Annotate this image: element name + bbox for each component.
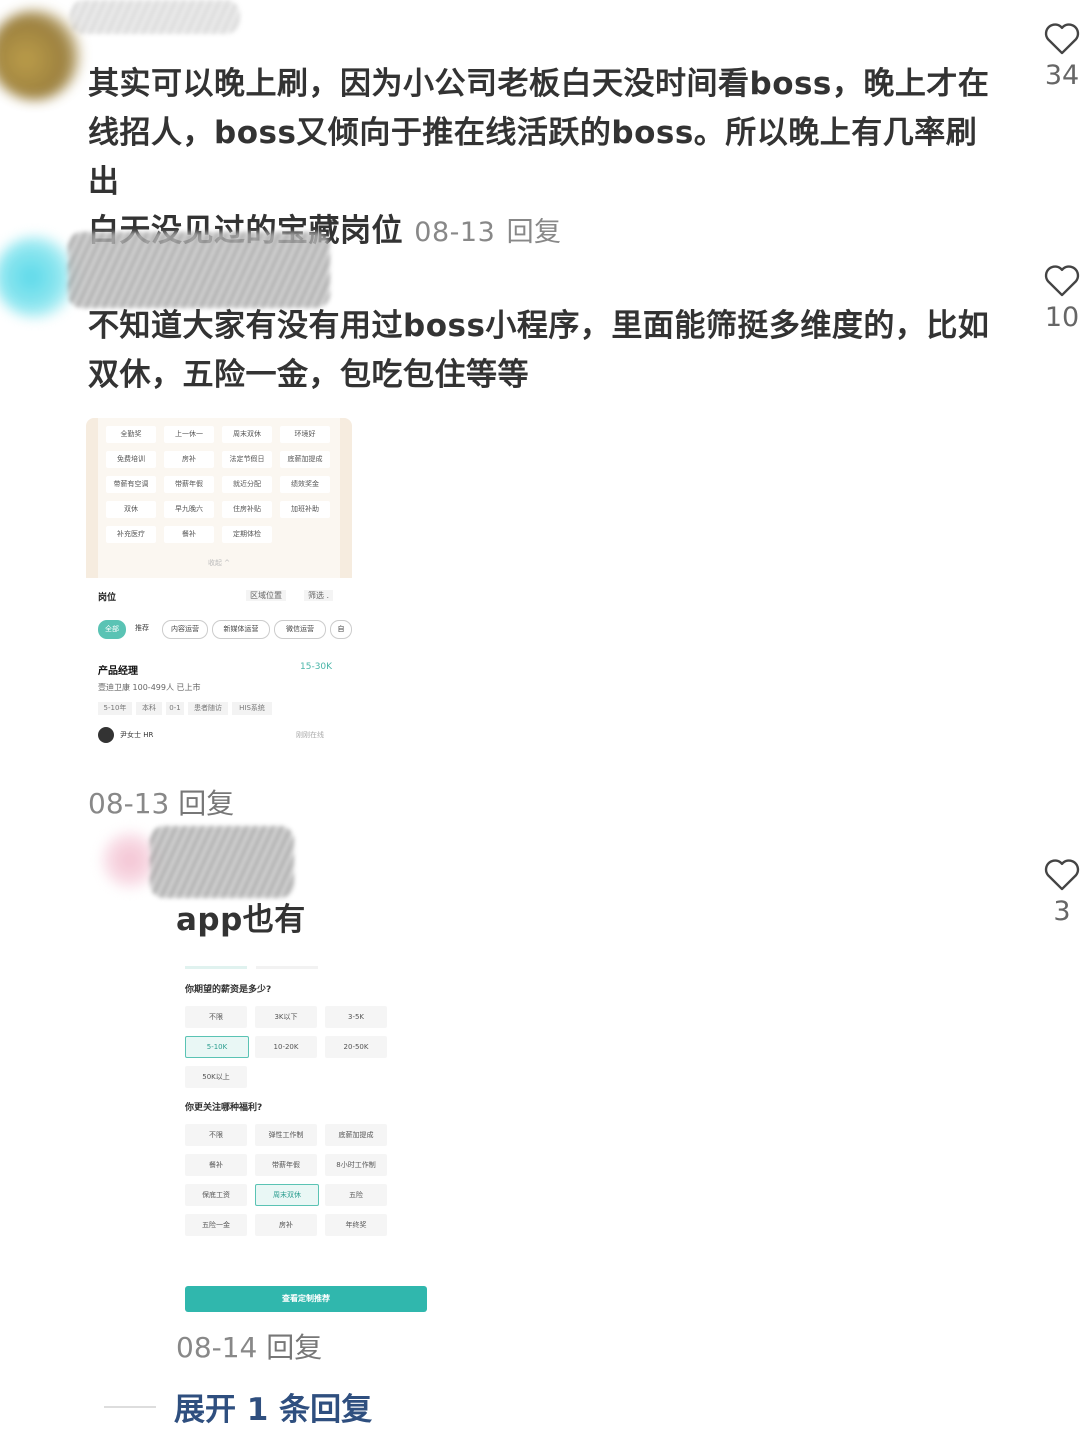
welfare-option[interactable]: 保底工资 xyxy=(185,1184,247,1206)
welfare-option[interactable]: 房补 xyxy=(255,1214,317,1236)
like-count: 3 xyxy=(1053,896,1071,927)
benefit-chip[interactable]: 早九晚六 xyxy=(164,501,214,518)
welfare-option[interactable]: 五险一金 xyxy=(185,1214,247,1236)
tab-wechat-ops[interactable]: 微信运营 xyxy=(274,620,326,639)
avatar[interactable] xyxy=(0,10,80,100)
benefit-chip[interactable]: 周末双休 xyxy=(222,426,272,443)
welfare-option[interactable]: 五险 xyxy=(325,1184,387,1206)
job-tag: 5-10年 xyxy=(98,702,132,715)
comment-line: 线招人，boss又倾向于推在线活跃的boss。所以晚上有几率刷出 xyxy=(88,115,978,200)
benefit-chip[interactable]: 住房补贴 xyxy=(222,501,272,518)
benefit-chip[interactable]: 上一休一 xyxy=(164,426,214,443)
filter-button[interactable]: 筛选 . xyxy=(304,590,334,601)
benefit-chip[interactable]: 免费培训 xyxy=(106,451,156,468)
comment-date: 08-13 xyxy=(88,787,170,820)
salary-option-selected[interactable]: 5-10K xyxy=(185,1036,249,1058)
tab-new-media-ops[interactable]: 新媒体运营 xyxy=(212,620,270,639)
benefit-chip[interactable]: 餐补 xyxy=(164,526,214,543)
section-title: 岗位 xyxy=(98,593,117,603)
job-list-section: 岗位 区域位置 筛选 . 全部 推荐 内容运营 新媒体运营 微信运营 自 产品经… xyxy=(86,580,352,756)
expand-replies-button[interactable]: 展开 1 条回复 xyxy=(174,1384,372,1429)
tab-more[interactable]: 自 xyxy=(330,620,352,639)
benefit-chip[interactable]: 补充医疗 xyxy=(106,526,156,543)
reply-button[interactable]: 回复 xyxy=(507,217,562,248)
recruiter-name: 尹女士 HR xyxy=(120,731,154,739)
salary-question: 你期望的薪资是多少? xyxy=(185,985,272,995)
benefit-chip[interactable]: 带薪有空调 xyxy=(106,476,156,493)
comment-text: app也有 xyxy=(176,902,306,938)
welfare-option[interactable]: 弹性工作制 xyxy=(255,1124,317,1146)
tab-content-ops[interactable]: 内容运营 xyxy=(162,620,208,639)
job-tag: HIS系统 xyxy=(232,702,272,715)
benefit-chip[interactable]: 房补 xyxy=(164,451,214,468)
benefit-chip[interactable]: 双休 xyxy=(106,501,156,518)
collapse-toggle[interactable]: 收起 ^ xyxy=(86,558,352,568)
company-info: 壹迪卫康 100-499人 已上市 xyxy=(98,683,201,692)
like-button[interactable]: 3 xyxy=(1032,856,1080,927)
filter-area-button[interactable]: 区域位置 xyxy=(246,590,286,601)
recruiter-status: 刚刚在线 xyxy=(296,731,324,739)
benefit-chip[interactable]: 就近分配 xyxy=(222,476,272,493)
benefit-chip[interactable]: 环境好 xyxy=(280,426,330,443)
welfare-option[interactable]: 餐补 xyxy=(185,1154,247,1176)
username-redacted[interactable] xyxy=(150,826,294,898)
comment-line: 双休，五险一金，包吃包住等等 xyxy=(88,357,529,393)
salary-option[interactable]: 3K以下 xyxy=(255,1006,317,1028)
welfare-option[interactable]: 底薪加提成 xyxy=(325,1124,387,1146)
benefit-panel: 全勤奖 上一休一 周末双休 环境好 免费培训 房补 法定节假日 底薪加提成 带薪… xyxy=(98,418,340,578)
comment-date: 08-13 xyxy=(414,217,496,248)
comment-meta: 08-13 回复 xyxy=(88,782,234,822)
benefit-chip[interactable]: 定期体检 xyxy=(222,526,272,543)
comment-date: 08-14 xyxy=(176,1331,258,1364)
salary-option[interactable]: 10-20K xyxy=(255,1036,317,1058)
job-salary: 15-30K xyxy=(300,662,333,672)
tab-recommend[interactable]: 推荐 xyxy=(128,620,156,637)
welfare-option[interactable]: 8小时工作制 xyxy=(325,1154,387,1176)
benefit-chip[interactable]: 全勤奖 xyxy=(106,426,156,443)
job-tag: 患者随访 xyxy=(188,702,228,715)
like-count: 10 xyxy=(1044,302,1080,333)
comment-text: 其实可以晚上刷，因为小公司老板白天没时间看boss，晚上才在 线招人，boss又… xyxy=(88,60,1008,257)
heart-outline-icon xyxy=(1044,23,1080,55)
salary-option[interactable]: 3-5K xyxy=(325,1006,387,1028)
comment-text: 不知道大家有没有用过boss小程序，里面能筛挺多维度的，比如 双休，五险一金，包… xyxy=(88,302,1008,400)
heart-outline-icon xyxy=(1044,859,1080,891)
reply-button[interactable]: 回复 xyxy=(178,787,234,820)
tab-all[interactable]: 全部 xyxy=(98,620,126,639)
comment-line: 不知道大家有没有用过boss小程序，里面能筛挺多维度的，比如 xyxy=(88,308,990,344)
divider xyxy=(185,966,247,969)
benefit-chip[interactable]: 绩效奖金 xyxy=(280,476,330,493)
view-recommendations-button[interactable]: 查看定制推荐 xyxy=(185,1286,427,1312)
welfare-option[interactable]: 不限 xyxy=(185,1124,247,1146)
benefit-chip[interactable]: 底薪加提成 xyxy=(280,451,330,468)
salary-option[interactable]: 20-50K xyxy=(325,1036,387,1058)
job-title[interactable]: 产品经理 xyxy=(98,662,138,677)
like-count: 34 xyxy=(1044,60,1080,91)
salary-option[interactable]: 不限 xyxy=(185,1006,247,1028)
job-tag: 本科 xyxy=(136,702,162,715)
comment-line: 其实可以晚上刷，因为小公司老板白天没时间看boss，晚上才在 xyxy=(88,66,990,102)
benefit-chip[interactable]: 带薪年假 xyxy=(164,476,214,493)
divider xyxy=(104,1406,156,1408)
like-button[interactable]: 34 xyxy=(1032,20,1080,91)
welfare-question: 你更关注哪种福利? xyxy=(185,1103,263,1113)
like-button[interactable]: 10 xyxy=(1032,262,1080,333)
welfare-option-selected[interactable]: 周末双休 xyxy=(255,1184,319,1206)
heart-outline-icon xyxy=(1044,265,1080,297)
divider xyxy=(256,966,318,969)
username-redacted[interactable] xyxy=(70,0,240,34)
welfare-option[interactable]: 带薪年假 xyxy=(255,1154,317,1176)
benefit-chip[interactable]: 加班补助 xyxy=(280,501,330,518)
recruiter-avatar xyxy=(98,727,114,743)
username-redacted[interactable] xyxy=(68,232,330,308)
comment-meta: 08-14 回复 xyxy=(176,1326,322,1366)
salary-option[interactable]: 50K以上 xyxy=(185,1066,247,1088)
attached-screenshot[interactable]: 全勤奖 上一休一 周末双休 环境好 免费培训 房补 法定节假日 底薪加提成 带薪… xyxy=(86,418,352,756)
reply-button[interactable]: 回复 xyxy=(266,1331,322,1364)
avatar[interactable] xyxy=(0,236,76,318)
job-tag: 0-1 xyxy=(166,702,184,715)
welfare-option[interactable]: 年终奖 xyxy=(325,1214,387,1236)
attached-screenshot[interactable]: 你期望的薪资是多少? 不限 3K以下 3-5K 5-10K 10-20K 20-… xyxy=(176,962,436,1314)
benefit-chip[interactable]: 法定节假日 xyxy=(222,451,272,468)
